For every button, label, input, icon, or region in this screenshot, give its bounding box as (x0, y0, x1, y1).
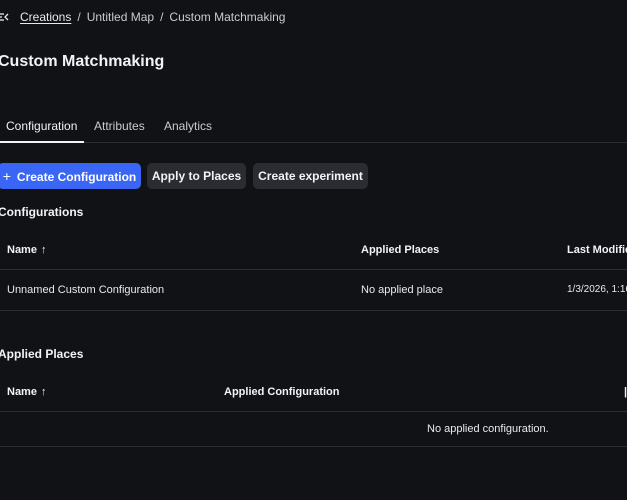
configurations-applied-places-header: Applied Places (361, 244, 440, 256)
configuration-applied-places-cell: No applied place (361, 284, 443, 296)
create-experiment-button[interactable]: Create experiment (253, 163, 368, 189)
applied-places-name-header[interactable]: Name ↑ (7, 386, 46, 398)
table-divider (0, 310, 627, 311)
applied-places-configuration-header: Applied Configuration (224, 386, 340, 398)
applied-places-empty-state: No applied configuration. (427, 423, 549, 435)
configuration-name-cell[interactable]: Unnamed Custom Configuration (7, 284, 164, 296)
page-title: Custom Matchmaking (0, 53, 165, 70)
breadcrumb-creations-link[interactable]: Creations (20, 10, 71, 24)
configurations-name-header[interactable]: Name ↑ (7, 244, 46, 256)
configurations-section-title: Configurations (0, 205, 84, 219)
sort-ascending-icon: ↑ (40, 386, 47, 398)
sidebar-collapse-icon[interactable] (0, 11, 9, 23)
tab-configuration[interactable]: Configuration (6, 112, 77, 142)
create-configuration-label: Create Configuration (16, 170, 137, 184)
create-configuration-button[interactable]: + Create Configuration (0, 163, 141, 189)
breadcrumb-separator: / (160, 10, 164, 24)
column-header-label: Name (7, 244, 37, 256)
plus-icon: + (2, 168, 11, 184)
tab-analytics[interactable]: Analytics (164, 112, 212, 142)
breadcrumb: Creations / Untitled Map / Custom Matchm… (0, 9, 285, 25)
sort-ascending-icon: ↑ (40, 244, 47, 256)
column-header-label: Name (7, 386, 37, 398)
table-divider (0, 446, 627, 447)
breadcrumb-untitled-map[interactable]: Untitled Map (87, 10, 154, 24)
table-divider (0, 411, 627, 412)
table-divider (0, 269, 627, 270)
page: Creations / Untitled Map / Custom Matchm… (0, 0, 627, 500)
active-tab-indicator (0, 141, 84, 143)
applied-places-section-title: Applied Places (0, 347, 84, 361)
configuration-last-modified-cell: 1/3/2026, 1:16:4 (567, 284, 627, 295)
breadcrumb-separator: / (77, 10, 81, 24)
apply-to-places-button[interactable]: Apply to Places (147, 163, 246, 189)
tab-attributes[interactable]: Attributes (94, 112, 145, 142)
tab-bar: Configuration Attributes Analytics (0, 112, 627, 143)
configurations-last-modified-header: Last Modified (567, 244, 627, 256)
breadcrumb-current-page: Custom Matchmaking (169, 10, 286, 24)
